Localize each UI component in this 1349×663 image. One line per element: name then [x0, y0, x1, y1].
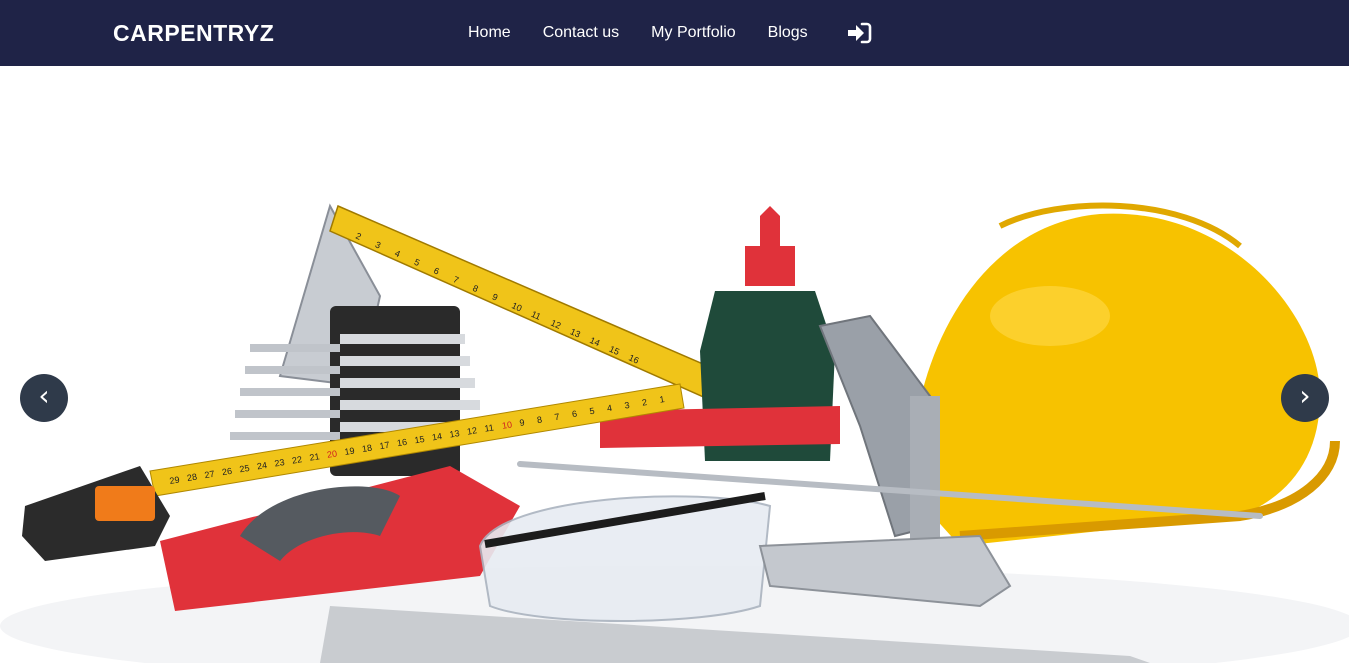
nav-links: Home Contact us My Portfolio Blogs — [468, 0, 840, 66]
tape-mark: 28 — [186, 472, 197, 483]
nav-link-home[interactable]: Home — [468, 24, 511, 42]
hero-carousel: 2 3 4 5 6 7 8 9 10 11 12 13 14 15 16 29 … — [0, 66, 1349, 663]
tape-mark: 14 — [431, 431, 442, 442]
tape-mark: 24 — [256, 460, 267, 471]
safety-goggles — [478, 492, 772, 622]
tape-mark: 15 — [414, 434, 425, 445]
sign-in-icon[interactable] — [846, 22, 872, 44]
tape-mark: 16 — [396, 437, 407, 448]
tape-mark: 18 — [361, 443, 372, 454]
tape-mark: 10 — [501, 419, 512, 430]
tape-mark: 26 — [221, 466, 232, 477]
tape-mark: 13 — [449, 428, 460, 439]
nav-link-portfolio[interactable]: My Portfolio — [651, 24, 735, 42]
tape-mark: 17 — [379, 440, 390, 451]
tape-mark: 27 — [204, 469, 215, 480]
tape-mark: 19 — [344, 446, 355, 457]
nav-link-contact[interactable]: Contact us — [543, 24, 619, 42]
carousel-next-button[interactable]: › — [1281, 374, 1329, 422]
tape-mark: 23 — [274, 457, 285, 468]
nav-link-blogs[interactable]: Blogs — [768, 24, 808, 42]
tape-mark: 12 — [466, 425, 477, 436]
tape-mark: 21 — [309, 451, 320, 462]
top-navbar: CARPENTRYZ Home Contact us My Portfolio … — [0, 0, 1349, 66]
tape-mark: 20 — [326, 448, 337, 459]
tape-mark: 29 — [169, 475, 180, 486]
tape-mark: 25 — [239, 463, 250, 474]
tape-mark: 22 — [291, 454, 302, 465]
carpentry-tools-photo: 2345678910111213141516 29 28 27 26 25 24… — [0, 202, 1349, 663]
brand-logo[interactable]: CARPENTRYZ — [113, 20, 274, 47]
carousel-prev-button[interactable]: ‹ — [20, 374, 68, 422]
tape-mark: 11 — [484, 422, 495, 433]
